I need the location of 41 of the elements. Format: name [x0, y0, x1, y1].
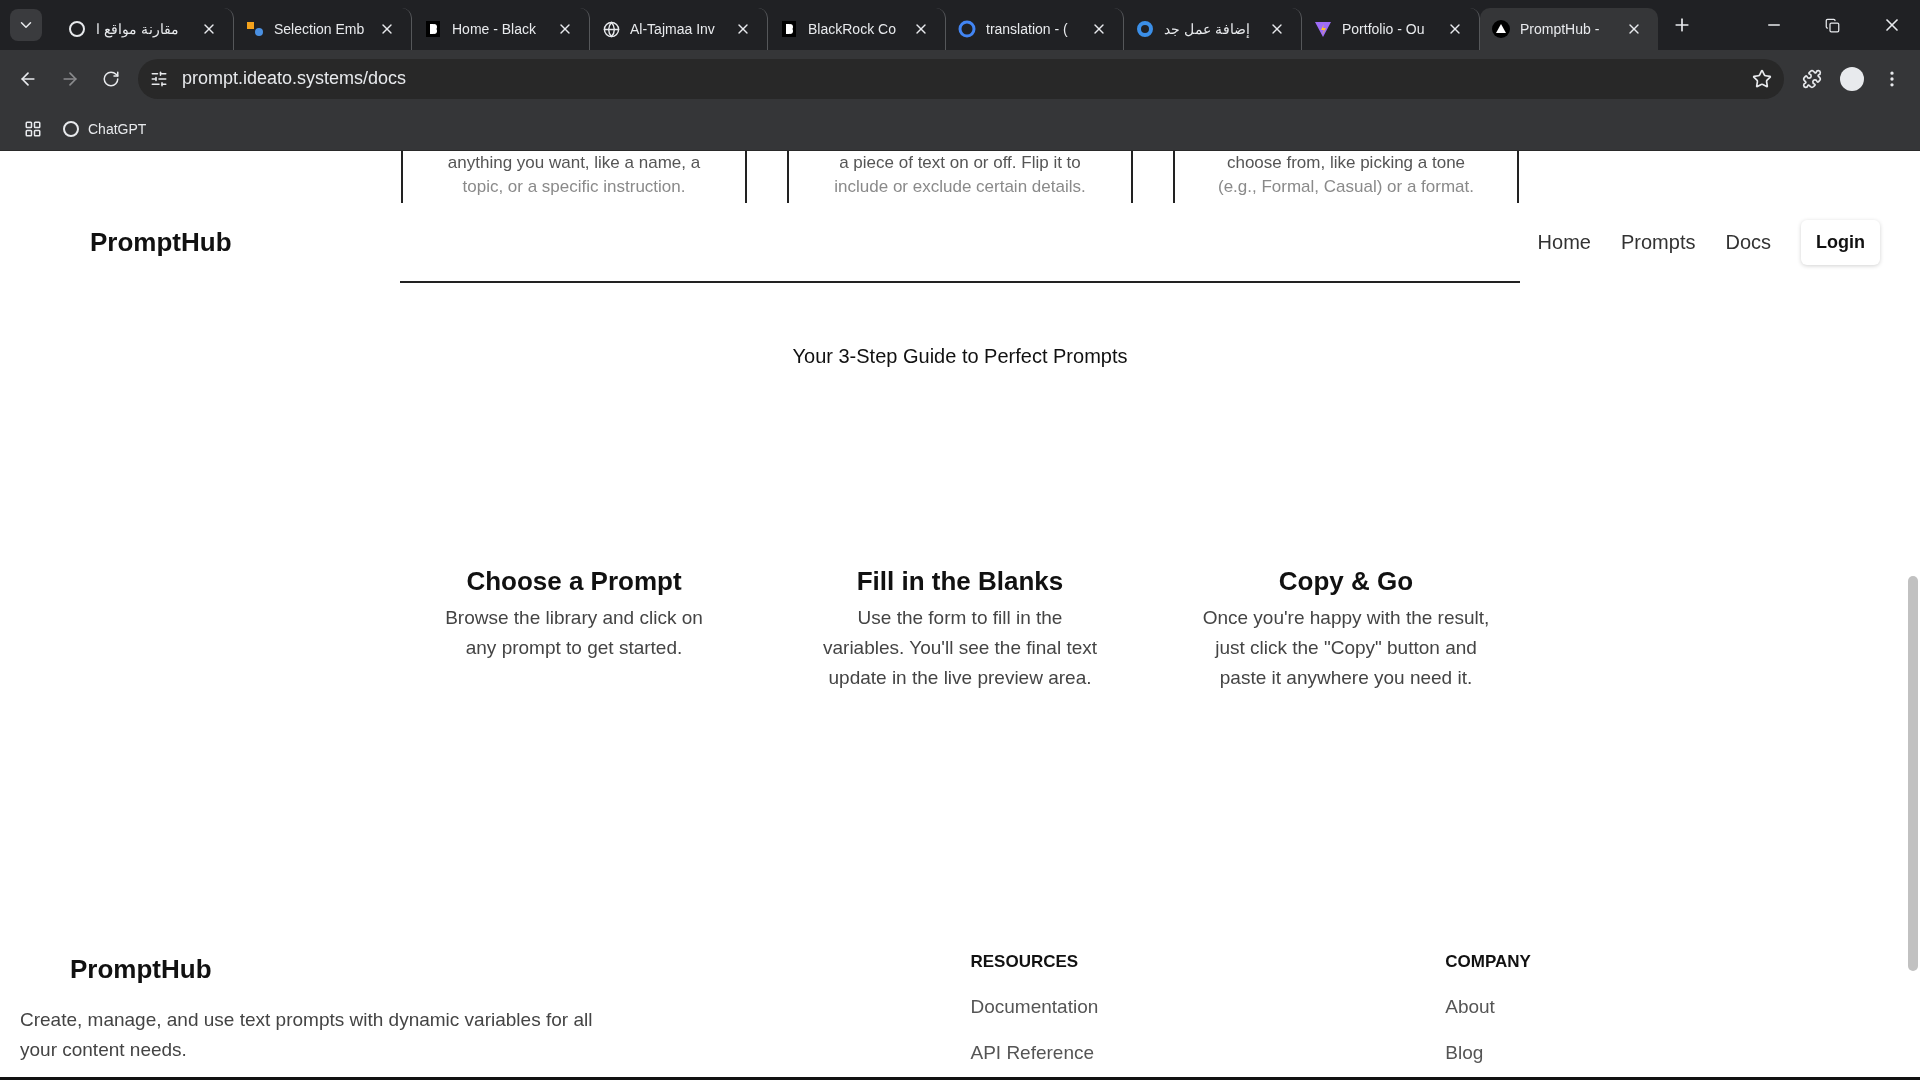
- footer-heading: RESOURCES: [970, 952, 1080, 972]
- address-bar[interactable]: prompt.ideato.systems/docs: [138, 58, 1784, 99]
- card-text: anything you want, like a name, a: [447, 152, 701, 174]
- scrollbar-thumb[interactable]: [1908, 576, 1918, 971]
- star-icon: [1752, 68, 1772, 89]
- login-button[interactable]: Login: [1801, 219, 1880, 265]
- letter-icon: [780, 20, 798, 38]
- footer-brand: PromptHub: [70, 954, 213, 985]
- brand-logo[interactable]: PromptHub: [90, 226, 1508, 258]
- step-description: Use the form to fill in the variables. You'll see the final text update in the live preview area.: [822, 606, 1098, 690]
- card-text: (e.g., Formal, Casual) or a format.: [1218, 176, 1474, 198]
- footer-link[interactable]: Blog: [1445, 1042, 1920, 1064]
- site-settings-icon: [150, 69, 168, 88]
- lightning-icon: [1314, 20, 1332, 38]
- footer-heading: COMPANY: [1445, 952, 1532, 972]
- card-text: a piece of text on or off. Flip it to: [839, 152, 1081, 174]
- browser-tab[interactable]: PromptHub -: [1480, 8, 1658, 50]
- ring-icon: [1136, 20, 1154, 38]
- globe-icon: [602, 20, 620, 38]
- bookmark[interactable]: ChatGPT: [62, 119, 147, 138]
- card-text: topic, or a specific instruction.: [462, 176, 686, 198]
- step-title: Fill in the Blanks: [856, 566, 1064, 597]
- footer-link[interactable]: API Reference: [970, 1042, 1446, 1064]
- nav-link[interactable]: Prompts: [1620, 230, 1696, 254]
- letter-icon: [424, 20, 442, 38]
- shapes-icon: [246, 20, 264, 38]
- card-text: choose from, like picking a tone: [1226, 152, 1466, 174]
- step-title: Copy & Go: [1278, 566, 1414, 597]
- profile-avatar[interactable]: [1840, 66, 1864, 91]
- step-description: Once you're happy with the result, just click the "Copy" button and paste it anywhere you need it.: [1201, 606, 1491, 690]
- footer-link[interactable]: About: [1445, 996, 1920, 1018]
- nav-link[interactable]: Docs: [1725, 230, 1771, 254]
- section-title: Your 3-Step Guide to Perfect Prompts: [791, 345, 1129, 368]
- footer-link[interactable]: Documentation: [970, 996, 1446, 1018]
- tab-search-button[interactable]: [10, 9, 42, 41]
- footer-description: Create, manage, and use text prompts with dynamic variables for all your content needs.: [20, 1008, 594, 1062]
- nav-link[interactable]: Home: [1537, 230, 1591, 254]
- card-text: include or exclude certain details.: [834, 176, 1086, 198]
- step-title: Choose a Prompt: [466, 566, 682, 597]
- step-description: Browse the library and click on any prompt to get started.: [444, 606, 704, 660]
- circle-logo-icon: [958, 20, 976, 38]
